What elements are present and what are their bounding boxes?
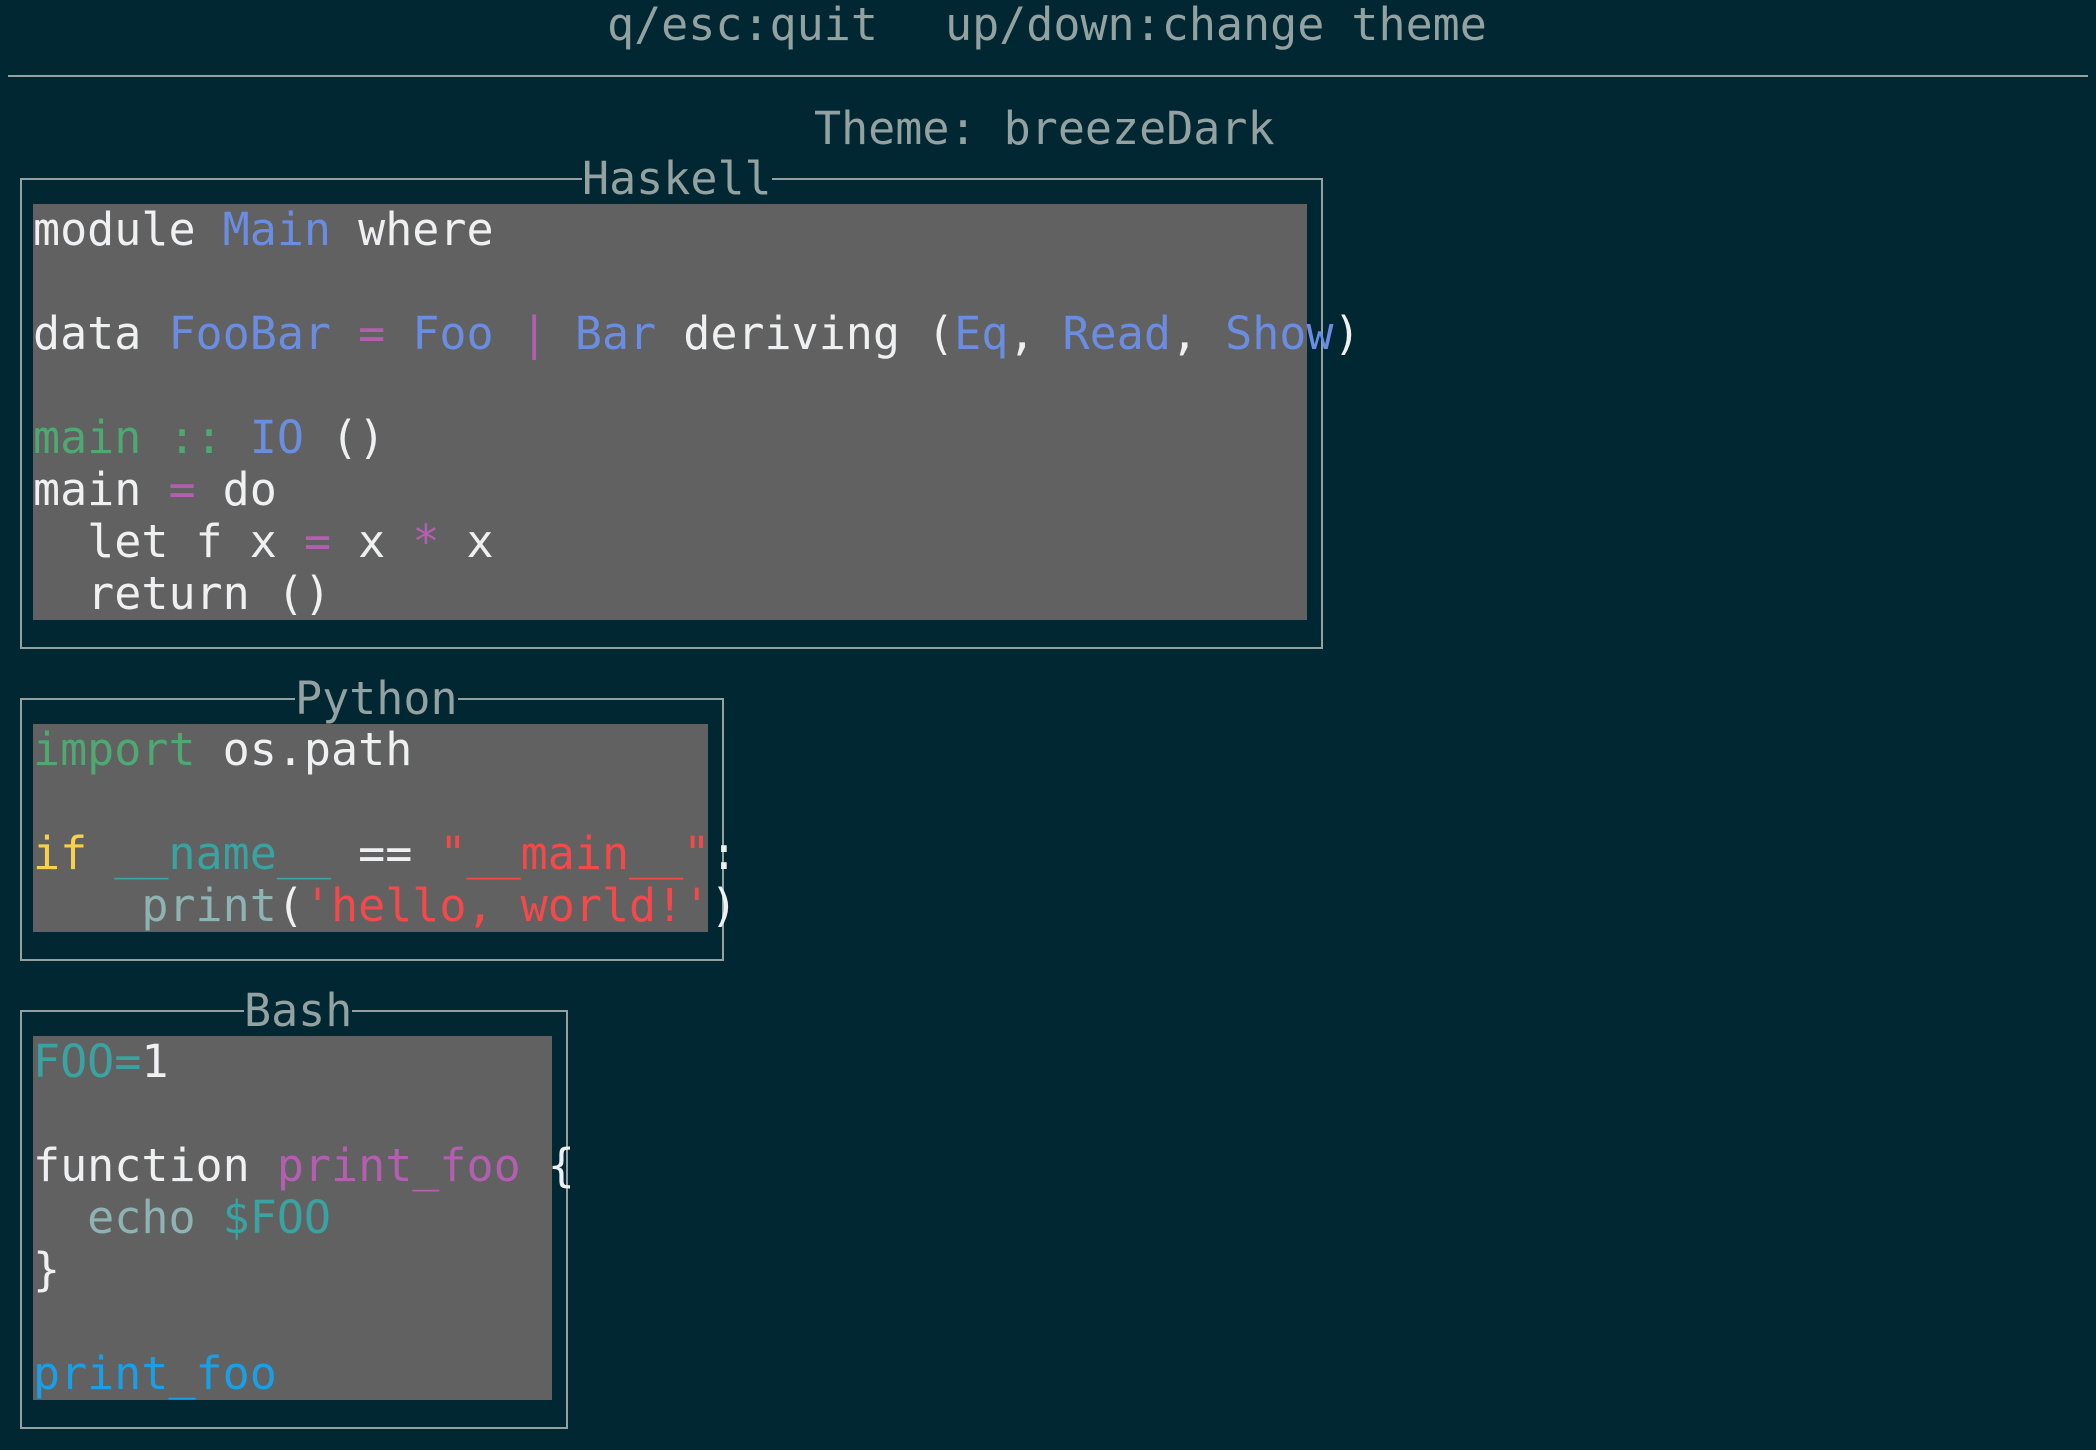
- bash-code-block: FOO=1 function print_foo { echo $FOO} pr…: [33, 1036, 575, 1400]
- code-token: return (): [33, 567, 332, 620]
- code-token: print: [141, 879, 277, 932]
- code-token: |: [493, 307, 575, 360]
- code-token: *: [412, 515, 440, 568]
- haskell-panel-title: Haskell: [582, 152, 772, 205]
- code-token: }: [33, 1243, 61, 1296]
- code-line: print_foo: [33, 1348, 552, 1400]
- code-token: import: [33, 723, 196, 776]
- bash-panel-title: Bash: [244, 984, 353, 1037]
- code-token: IO: [249, 411, 304, 464]
- code-token: do: [195, 463, 277, 516]
- code-token: data: [33, 307, 169, 360]
- code-token: (): [303, 411, 386, 464]
- code-token: =: [303, 515, 332, 568]
- code-token: main: [33, 411, 142, 464]
- bash-panel: Bash FOO=1 function print_foo { echo $FO…: [20, 985, 575, 1429]
- python-code-block: import os.path if __name__ == "__main__"…: [33, 724, 737, 932]
- code-token: deriving (: [656, 307, 955, 360]
- code-token: where: [331, 203, 494, 256]
- code-token: ): [710, 879, 738, 932]
- code-token: ::: [141, 411, 250, 464]
- code-token: "__main__": [439, 827, 711, 880]
- code-token: echo: [33, 1191, 223, 1244]
- code-line: main :: IO (): [33, 412, 1307, 464]
- code-token: Foo: [412, 307, 494, 360]
- help-quit: q/esc:quit: [607, 0, 878, 51]
- code-token: ,: [1008, 307, 1063, 360]
- code-line: module Main where: [33, 204, 1307, 256]
- code-line: let f x = x * x: [33, 516, 1307, 568]
- code-token: ,: [1170, 307, 1226, 360]
- code-token: {: [520, 1139, 575, 1192]
- code-token: Eq: [954, 307, 1009, 360]
- code-line: if __name__ == "__main__":: [33, 827, 737, 880]
- code-token: print_foo: [33, 1347, 277, 1400]
- code-token: if: [33, 827, 88, 880]
- code-token: :: [710, 827, 738, 880]
- code-token: FOO=: [33, 1035, 142, 1088]
- haskell-panel: Haskell module Main where data FooBar = …: [20, 153, 1361, 649]
- code-token: ): [1333, 307, 1361, 360]
- code-token: ==: [331, 827, 440, 880]
- theme-name: breezeDark: [1003, 102, 1275, 155]
- code-token: let f x: [33, 515, 304, 568]
- python-panel-title: Python: [295, 672, 458, 725]
- theme-label: Theme:: [814, 102, 977, 155]
- code-line: return (): [33, 568, 1307, 620]
- code-token: x: [439, 515, 494, 568]
- code-token: =: [331, 307, 413, 360]
- code-token: os.path: [195, 723, 413, 776]
- code-line: data FooBar = Foo | Bar deriving (Eq, Re…: [33, 307, 1361, 360]
- header-divider: [8, 75, 2088, 77]
- code-line: echo $FOO: [33, 1192, 552, 1244]
- code-token: Show: [1225, 307, 1334, 360]
- theme-indicator: Theme: breezeDark: [814, 103, 1275, 155]
- code-line: import os.path: [33, 724, 708, 776]
- code-line: print('hello, world!'): [33, 879, 737, 932]
- code-token: FooBar: [168, 307, 332, 360]
- python-panel: Python import os.path if __name__ == "__…: [20, 673, 737, 961]
- code-token: Read: [1062, 307, 1171, 360]
- code-token: $FOO: [222, 1191, 332, 1244]
- code-token: print_foo: [276, 1139, 521, 1192]
- code-line: FOO=1: [33, 1036, 552, 1088]
- code-token: function: [33, 1139, 277, 1192]
- code-token: __name__: [114, 827, 332, 880]
- code-token: Bar: [574, 307, 657, 360]
- code-token: module: [33, 203, 223, 256]
- code-token: =: [168, 463, 196, 516]
- code-line: }: [33, 1244, 552, 1296]
- code-token: Main: [222, 203, 332, 256]
- code-line: function print_foo {: [33, 1139, 575, 1192]
- code-token: main: [33, 463, 169, 516]
- haskell-code-block: module Main where data FooBar = Foo | Ba…: [33, 204, 1361, 620]
- code-line: main = do: [33, 464, 1307, 516]
- code-token: x: [331, 515, 413, 568]
- code-token: (: [276, 879, 304, 932]
- help-change-theme: up/down:change theme: [945, 0, 1487, 51]
- code-token: 'hello, world!': [303, 879, 711, 932]
- code-token: 1: [141, 1035, 169, 1088]
